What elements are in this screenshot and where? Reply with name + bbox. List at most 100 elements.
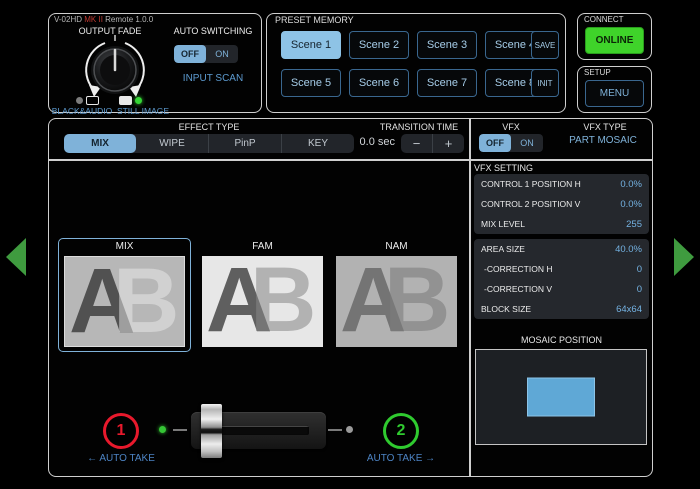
auto-switching-on-button[interactable]: ON: [206, 45, 238, 63]
letter-b: B: [384, 256, 450, 344]
input-1-button[interactable]: 1: [103, 413, 139, 449]
auto-take-left-button[interactable]: ← AUTO TAKE: [59, 453, 183, 464]
preview-image-fam: A B: [202, 256, 323, 347]
vfx-label: VFX: [469, 122, 553, 132]
preview-tile-label: FAM: [197, 241, 328, 252]
effect-type-pinp[interactable]: PinP: [208, 134, 281, 153]
menu-button[interactable]: MENU: [585, 80, 644, 107]
vfx-on-button[interactable]: ON: [511, 134, 543, 152]
row-value: 64x64: [616, 304, 642, 315]
effect-type-key[interactable]: KEY: [281, 134, 354, 153]
scene-3-button[interactable]: Scene 3: [417, 31, 477, 59]
effect-type-wipe[interactable]: WIPE: [136, 134, 208, 153]
vertical-divider: [469, 119, 471, 476]
save-button[interactable]: SAVE: [531, 31, 559, 59]
preview-tile-nam[interactable]: NAM A B: [330, 238, 463, 352]
still-image-frame-icon: [119, 96, 132, 105]
auto-switching-off-button[interactable]: OFF: [174, 45, 206, 63]
effect-type-label: EFFECT TYPE: [64, 122, 354, 132]
black-audio-led-icon: [76, 97, 83, 104]
vfx-toggle[interactable]: OFF ON: [479, 134, 543, 152]
still-image-label[interactable]: STILL IMAGE: [113, 106, 173, 116]
vfx-setting-title: VFX SETTING: [474, 163, 533, 173]
mosaic-position-pad[interactable]: [475, 349, 647, 445]
bus-a-indicator-icon: [159, 426, 166, 433]
connect-title: CONNECT: [584, 15, 624, 24]
connect-panel: CONNECT ONLINE: [577, 13, 652, 60]
row-label: -CORRECTION V: [481, 284, 552, 294]
row-value: 0.0%: [620, 199, 642, 210]
setup-panel: SETUP MENU: [577, 66, 652, 113]
output-fade-knob[interactable]: [73, 34, 157, 100]
bus-b-indicator-icon: [346, 426, 353, 433]
still-image-led-icon: [135, 97, 142, 104]
vfx-type-label: VFX TYPE: [559, 122, 651, 132]
vfx-setting-row-control2[interactable]: CONTROL 2 POSITION V 0.0%: [474, 194, 649, 214]
vfx-setting-row-area-size[interactable]: AREA SIZE 40.0%: [474, 239, 649, 259]
vfx-type-value[interactable]: PART MOSAIC: [552, 135, 654, 146]
transition-time-value: 0.0 sec: [349, 136, 395, 148]
vfx-setting-row-mix-level[interactable]: MIX LEVEL 255: [474, 214, 649, 234]
scene-5-button[interactable]: Scene 5: [281, 69, 341, 97]
auto-switching-toggle[interactable]: OFF ON: [174, 45, 238, 63]
preview-tile-mix[interactable]: MIX A B: [58, 238, 191, 352]
transition-fader-handle[interactable]: [201, 404, 222, 458]
transition-time-label: TRANSITION TIME: [372, 122, 466, 132]
input-scan-button[interactable]: INPUT SCAN: [167, 73, 259, 84]
app-root: V-02HD MK II Remote 1.0.0 OUTPUT FADE: [0, 0, 700, 489]
mosaic-area-rect[interactable]: [527, 378, 595, 417]
setup-title: SETUP: [584, 68, 611, 77]
row-value: 40.0%: [615, 244, 642, 255]
page-next-arrow-icon[interactable]: [674, 238, 694, 276]
online-status-button[interactable]: ONLINE: [585, 27, 644, 54]
scene-7-button[interactable]: Scene 7: [417, 69, 477, 97]
row-value: 0: [637, 284, 642, 295]
vfx-setting-row-correction-h[interactable]: -CORRECTION H 0: [474, 259, 649, 279]
transition-time-stepper[interactable]: − +: [401, 134, 464, 153]
letter-b: B: [250, 256, 316, 344]
row-label: CONTROL 1 POSITION H: [481, 179, 581, 189]
transition-time-plus-button[interactable]: +: [432, 134, 464, 153]
app-title-version: Remote 1.0.0: [105, 15, 153, 24]
vfx-off-button[interactable]: OFF: [479, 134, 511, 152]
preview-tile-label: NAM: [331, 241, 462, 252]
row-label: CONTROL 2 POSITION V: [481, 199, 580, 209]
black-audio-indicator: [76, 96, 99, 105]
horizontal-divider: [49, 159, 652, 161]
scene-6-button[interactable]: Scene 6: [349, 69, 409, 97]
app-title-mk: MK II: [84, 15, 103, 24]
preset-memory-panel: PRESET MEMORY Scene 1 Scene 2 Scene 3 Sc…: [266, 13, 566, 113]
row-label: MIX LEVEL: [481, 219, 525, 229]
switcher-panel: EFFECT TYPE MIX WIPE PinP KEY TRANSITION…: [48, 118, 653, 477]
preview-tile-fam[interactable]: FAM A B: [196, 238, 329, 352]
device-panel: V-02HD MK II Remote 1.0.0 OUTPUT FADE: [48, 13, 262, 113]
auto-take-right-button[interactable]: AUTO TAKE →: [339, 453, 463, 464]
black-audio-frame-icon: [86, 96, 99, 105]
still-image-indicator: [119, 96, 142, 105]
init-button[interactable]: INIT: [531, 69, 559, 97]
vfx-setting-group-2: AREA SIZE 40.0% -CORRECTION H 0 -CORRECT…: [474, 239, 649, 319]
preview-image-nam: A B: [336, 256, 457, 347]
preview-tile-label: MIX: [59, 241, 190, 252]
row-label: -CORRECTION H: [481, 264, 552, 274]
vfx-setting-row-control1[interactable]: CONTROL 1 POSITION H 0.0%: [474, 174, 649, 194]
scene-1-button[interactable]: Scene 1: [281, 31, 341, 59]
transition-time-minus-button[interactable]: −: [401, 134, 432, 153]
auto-switching-label: AUTO SWITCHING: [167, 26, 259, 36]
effect-type-mix[interactable]: MIX: [64, 134, 136, 153]
vfx-setting-row-block-size[interactable]: BLOCK SIZE 64x64: [474, 299, 649, 319]
scene-2-button[interactable]: Scene 2: [349, 31, 409, 59]
input-2-button[interactable]: 2: [383, 413, 419, 449]
preview-image-mix: A B: [64, 256, 185, 347]
preset-memory-title: PRESET MEMORY: [275, 15, 354, 25]
app-title-model: V-02HD: [54, 15, 82, 24]
page-prev-arrow-icon[interactable]: [6, 238, 26, 276]
row-value: 0.0%: [620, 179, 642, 190]
black-audio-label[interactable]: BLACK&AUDIO: [51, 106, 113, 116]
vfx-setting-row-correction-v[interactable]: -CORRECTION V 0: [474, 279, 649, 299]
row-value: 255: [626, 219, 642, 230]
effect-type-segmented[interactable]: MIX WIPE PinP KEY: [64, 134, 354, 153]
fader-end-mark-left: [173, 429, 187, 431]
row-label: AREA SIZE: [481, 244, 525, 254]
app-title: V-02HD MK II Remote 1.0.0: [54, 15, 153, 24]
